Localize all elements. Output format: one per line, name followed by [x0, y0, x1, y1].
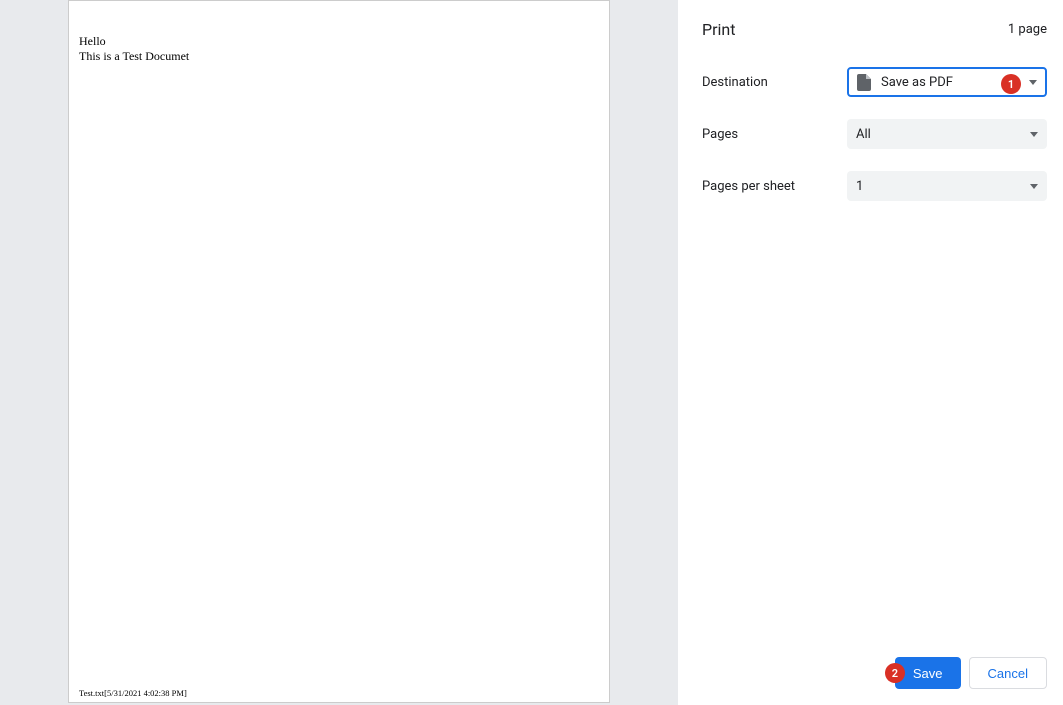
- doc-line-1: Hello: [79, 34, 599, 49]
- chevron-down-icon: [1030, 132, 1038, 137]
- print-preview-area: Hello This is a Test Documet Test.txt[5/…: [0, 0, 678, 705]
- pages-value: All: [856, 127, 1024, 142]
- sidebar-header: Print 1 page: [702, 20, 1047, 39]
- pdf-icon: [857, 74, 871, 91]
- destination-row: Destination Save as PDF 1: [702, 67, 1047, 97]
- print-sidebar: Print 1 page Destination Save as PDF 1 P…: [678, 0, 1063, 705]
- destination-dropdown[interactable]: Save as PDF 1: [847, 67, 1047, 97]
- pages-row: Pages All: [702, 119, 1047, 149]
- sidebar-footer: 2 Save Cancel: [702, 657, 1047, 689]
- pages-label: Pages: [702, 127, 847, 142]
- print-title: Print: [702, 20, 735, 39]
- cancel-button[interactable]: Cancel: [969, 657, 1047, 689]
- annotation-badge-2: 2: [885, 663, 905, 683]
- doc-line-2: This is a Test Documet: [79, 49, 599, 64]
- pages-per-sheet-label: Pages per sheet: [702, 179, 847, 194]
- pages-per-sheet-row: Pages per sheet 1: [702, 171, 1047, 201]
- pages-per-sheet-dropdown[interactable]: 1: [847, 171, 1047, 201]
- page-content: Hello This is a Test Documet: [79, 34, 599, 64]
- page-footer: Test.txt[5/31/2021 4:02:38 PM]: [79, 688, 187, 698]
- chevron-down-icon: [1030, 184, 1038, 189]
- pages-per-sheet-value: 1: [856, 179, 1024, 194]
- annotation-badge-1: 1: [1001, 74, 1021, 94]
- pages-dropdown[interactable]: All: [847, 119, 1047, 149]
- chevron-down-icon: [1029, 80, 1037, 85]
- page-count: 1 page: [1008, 22, 1047, 37]
- destination-label: Destination: [702, 75, 847, 90]
- page-preview: Hello This is a Test Documet Test.txt[5/…: [68, 0, 610, 703]
